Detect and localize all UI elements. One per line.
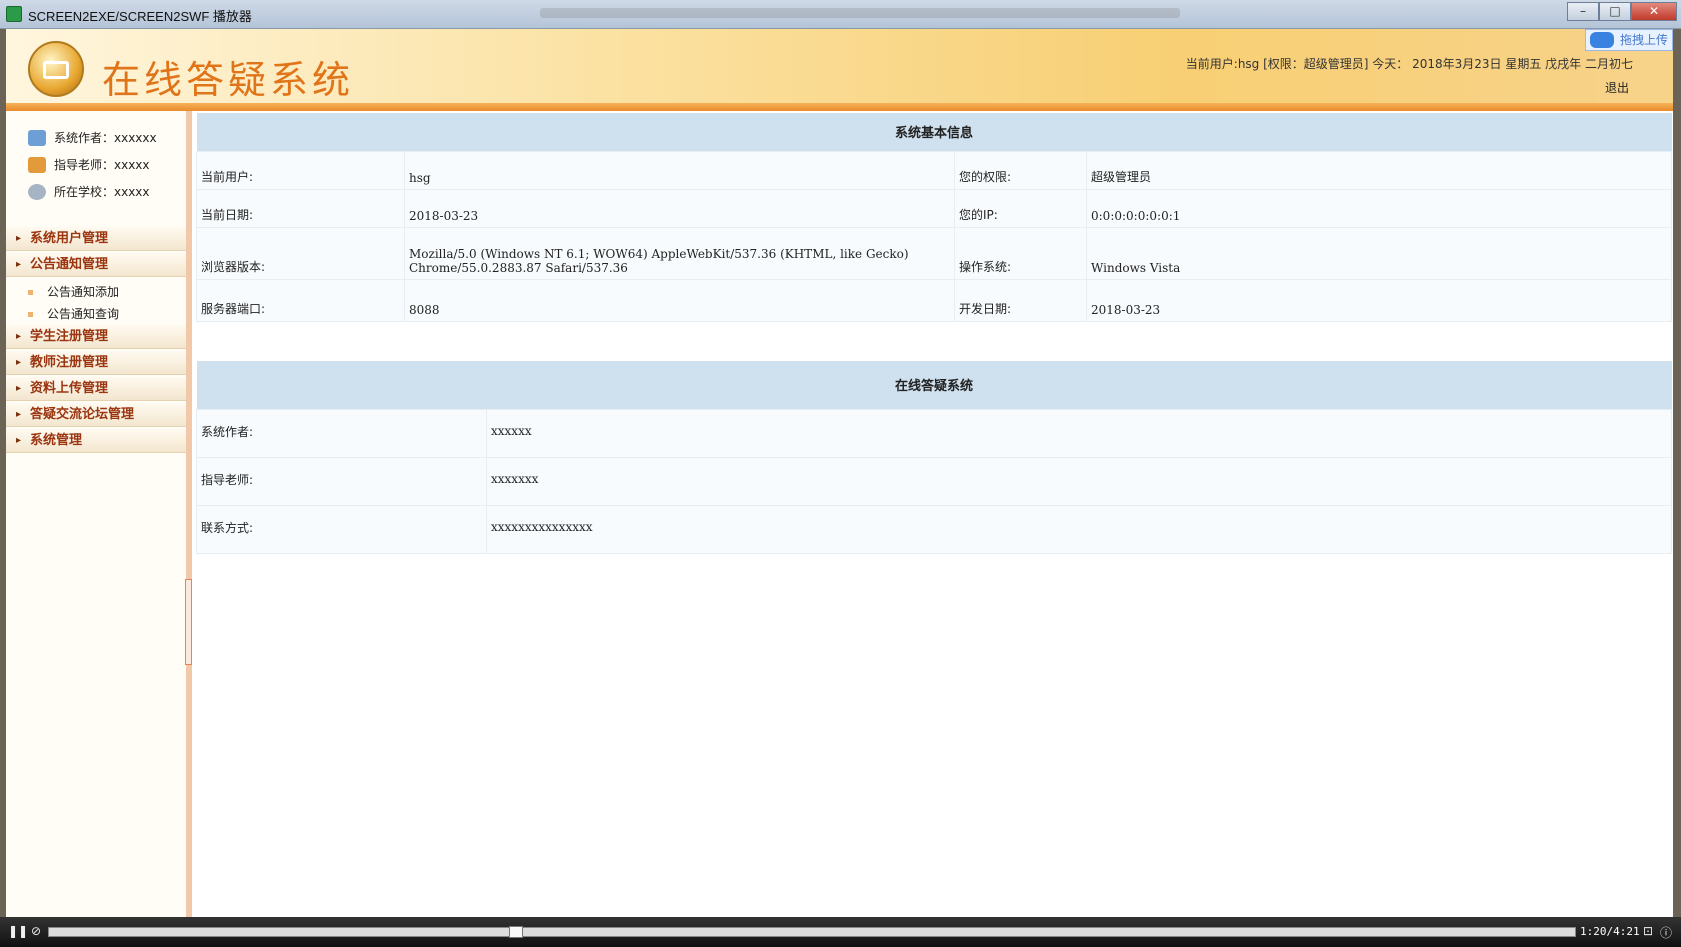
school-info: 所在学校：xxxxx [28, 183, 150, 200]
submenu-add-announcement[interactable]: 公告通知添加 [28, 283, 119, 300]
window-title: SCREEN2EXE/SCREEN2SWF 播放器 [28, 9, 252, 24]
table-row: 当前用户: hsg 您的权限: 超级管理员 [196, 150, 1672, 190]
time-display: 1:20/4:21 [1580, 925, 1640, 938]
teacher-icon [28, 156, 46, 173]
info-icon[interactable]: ⓘ [1658, 924, 1674, 940]
users-icon [28, 129, 46, 146]
maximize-button[interactable]: □ [1599, 2, 1631, 21]
table-row: 服务器端口: 8088 开发日期: 2018-03-23 [196, 278, 1672, 322]
cloud-icon [1590, 32, 1614, 48]
blurred-background-text [540, 8, 1180, 18]
minimize-button[interactable]: – [1567, 2, 1599, 21]
current-user-info: 当前用户:hsg [权限：超级管理员] 今天： 2018年3月23日 星期五 戊… [1185, 57, 1633, 71]
menu-system-management[interactable]: ▸ 系统管理 [6, 429, 186, 453]
submenu-query-announcement[interactable]: 公告通知查询 [28, 305, 119, 322]
clock-icon [28, 183, 46, 200]
site-header: 在线答疑系统 当前用户:hsg [权限：超级管理员] 今天： 2018年3月23… [6, 29, 1673, 111]
app-frame: 在线答疑系统 当前用户:hsg [权限：超级管理员] 今天： 2018年3月23… [6, 29, 1673, 917]
pause-button[interactable]: ❚❚ [8, 924, 28, 940]
site-logo [28, 41, 84, 97]
browser-version-line1: Mozilla/5.0 (Windows NT 6.1; WOW64) Appl… [409, 246, 909, 261]
menu-teacher-registration[interactable]: ▸ 教师注册管理 [6, 351, 186, 375]
menu-forum-management[interactable]: ▸ 答疑交流论坛管理 [6, 403, 186, 427]
main-content: 系统基本信息 当前用户: hsg 您的权限: 超级管理员 当前日期: 2018-… [192, 111, 1673, 917]
table-row: 联系方式: xxxxxxxxxxxxxxx [196, 504, 1672, 554]
table-row: 浏览器版本: Mozilla/5.0 (Windows NT 6.1; WOW6… [196, 226, 1672, 280]
system-info-title: 系统基本信息 [196, 113, 1672, 151]
menu-icon[interactable]: ⊘ [28, 924, 44, 940]
table-row: 当前日期: 2018-03-23 您的IP: 0:0:0:0:0:0:0:1 [196, 188, 1672, 228]
drag-upload-button[interactable]: 拖拽上传 [1585, 29, 1673, 51]
player-bar: ❚❚ ⊘ 1:20/4:21 ⊡ ⓘ [0, 917, 1681, 947]
progress-thumb[interactable] [509, 926, 524, 938]
menu-announcements[interactable]: ▸ 公告通知管理 [6, 253, 186, 277]
window-titlebar: SCREEN2EXE/SCREEN2SWF 播放器 – □ ✕ [0, 0, 1681, 29]
browser-version-line2: Chrome/55.0.2883.87 Safari/537.36 [409, 260, 628, 275]
sidebar: 系统作者：xxxxxx 指导老师：xxxxx 所在学校：xxxxx ▸ 系统用户管… [6, 111, 192, 917]
sidebar-splitter[interactable] [185, 579, 192, 665]
system-info-table: 系统基本信息 当前用户: hsg 您的权限: 超级管理员 当前日期: 2018-… [196, 113, 1672, 322]
menu-upload-resources[interactable]: ▸ 资料上传管理 [6, 377, 186, 401]
about-system-table: 在线答疑系统 系统作者: xxxxxx 指导老师: xxxxxxx 联系方式: … [196, 361, 1672, 554]
app-icon [6, 6, 22, 22]
progress-track[interactable] [48, 927, 1576, 937]
close-button[interactable]: ✕ [1631, 2, 1677, 21]
table-row: 系统作者: xxxxxx [196, 408, 1672, 458]
window-controls: – □ ✕ [1567, 2, 1677, 21]
table-row: 指导老师: xxxxxxx [196, 456, 1672, 506]
author-info: 系统作者：xxxxxx [28, 129, 157, 146]
site-title: 在线答疑系统 [102, 58, 355, 102]
drag-upload-label: 拖拽上传 [1620, 33, 1669, 47]
teacher-info: 指导老师：xxxxx [28, 156, 150, 173]
fit-screen-icon[interactable]: ⊡ [1640, 924, 1656, 940]
about-system-title: 在线答疑系统 [196, 361, 1672, 409]
menu-student-registration[interactable]: ▸ 学生注册管理 [6, 325, 186, 349]
logout-link[interactable]: 退出 [1605, 79, 1629, 96]
menu-system-users[interactable]: ▸ 系统用户管理 [6, 227, 186, 251]
